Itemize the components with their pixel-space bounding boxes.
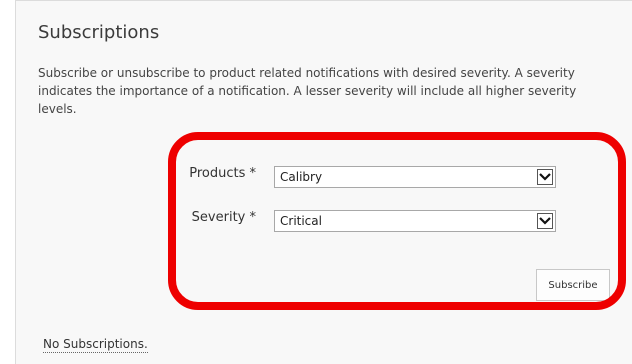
products-select[interactable]: Calibry: [274, 166, 556, 188]
severity-selected-value: Critical: [280, 214, 322, 228]
description-text: Subscribe or unsubscribe to product rela…: [38, 66, 577, 116]
products-selected-value: Calibry: [280, 170, 323, 184]
severity-dropdown-button[interactable]: [537, 213, 553, 229]
severity-label: Severity *: [191, 210, 256, 225]
chevron-down-icon: [539, 173, 551, 181]
chevron-down-icon: [539, 217, 551, 225]
products-label: Products *: [189, 166, 256, 181]
subscribe-button[interactable]: Subscribe: [536, 269, 610, 301]
no-subscriptions-text: No Subscriptions.: [43, 337, 148, 353]
severity-select[interactable]: Critical: [274, 210, 556, 232]
products-dropdown-button[interactable]: [537, 169, 553, 185]
page-title: Subscriptions: [38, 22, 160, 43]
